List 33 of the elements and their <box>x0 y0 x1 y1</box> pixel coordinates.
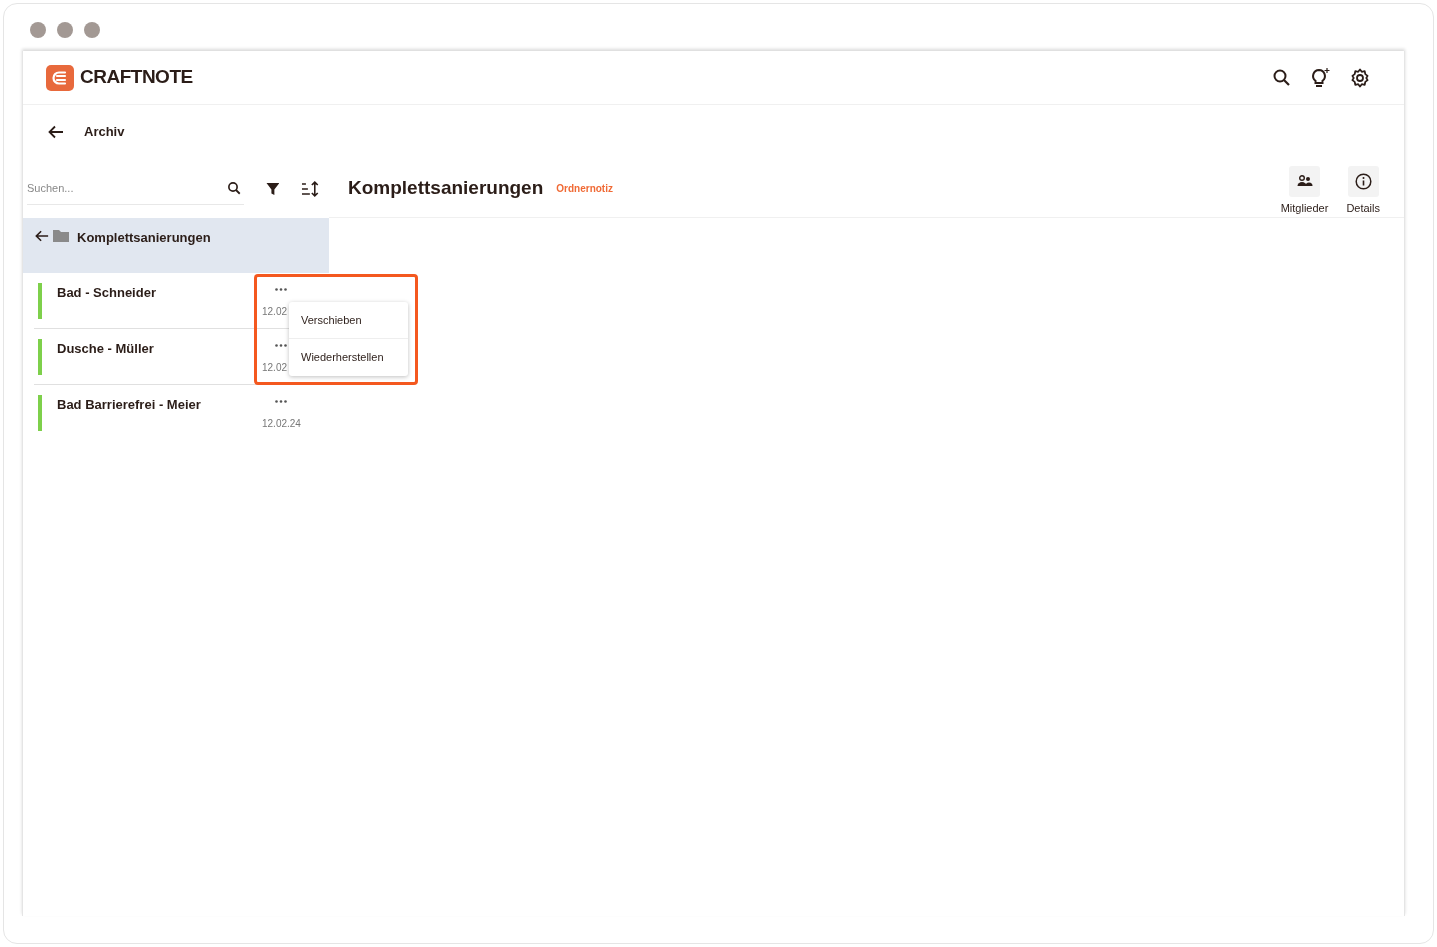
folder-name: Komplettsanierungen <box>77 229 211 247</box>
app-logo-text: CRAFTNOTE <box>80 65 193 90</box>
folder-icon <box>53 229 69 242</box>
folder-header[interactable]: Komplettsanierungen <box>23 218 329 273</box>
search-icon[interactable] <box>1272 67 1292 88</box>
folder-title: Komplettsanierungen <box>348 175 544 200</box>
project-date: 12.02 <box>262 305 288 319</box>
info-icon <box>1354 172 1372 190</box>
people-icon <box>1296 175 1313 188</box>
lightbulb-icon[interactable] <box>1310 66 1332 89</box>
arrow-left-icon[interactable] <box>35 229 49 243</box>
more-options-icon[interactable] <box>275 344 287 347</box>
more-options-icon[interactable] <box>275 400 287 403</box>
filter-icon[interactable] <box>265 181 280 196</box>
project-name[interactable]: Bad - Schneider <box>57 283 257 328</box>
sort-icon[interactable] <box>301 180 319 197</box>
action-label: Mitglieder <box>1280 200 1329 216</box>
action-label: Details <box>1346 200 1380 216</box>
project-date: 12.02.24 <box>262 417 301 431</box>
settings-icon[interactable] <box>1350 67 1370 88</box>
project-name[interactable]: Dusche - Müller <box>57 339 257 384</box>
logo-icon <box>46 64 74 91</box>
menu-item[interactable]: Verschieben <box>289 302 408 339</box>
search-field[interactable]: Suchen... <box>27 179 207 197</box>
icon-button[interactable] <box>1289 165 1321 197</box>
project-date: 12.02 <box>262 361 288 375</box>
arrow-left-icon <box>48 125 64 139</box>
back-button[interactable]: Archiv <box>23 105 125 159</box>
project-name[interactable]: Bad Barrierefrei - Meier <box>57 395 257 440</box>
more-options-icon[interactable] <box>275 288 287 291</box>
icon-button[interactable] <box>1347 165 1379 197</box>
menu-item[interactable]: Wiederherstellen <box>289 339 408 376</box>
search-icon[interactable] <box>226 180 242 196</box>
